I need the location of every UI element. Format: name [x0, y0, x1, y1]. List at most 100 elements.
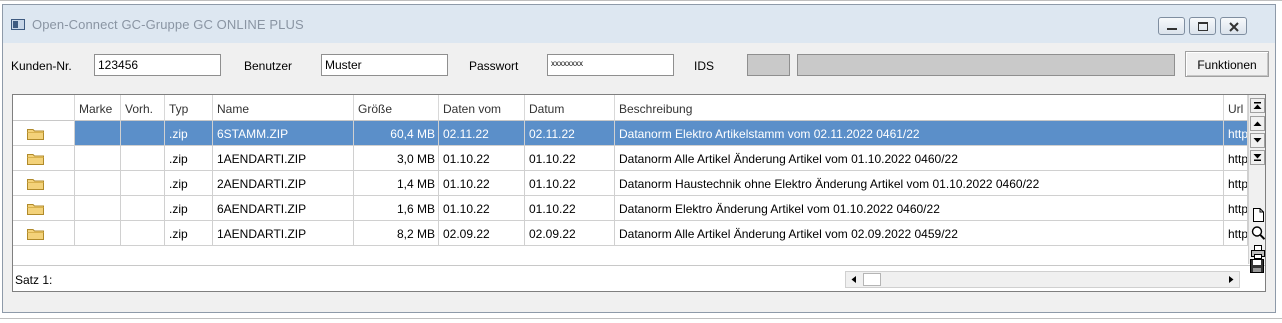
cell-typ: .zip	[165, 221, 213, 246]
column-header-vorh[interactable]: Vorh.	[121, 95, 165, 121]
cell-daten-vom: 02.09.22	[439, 221, 525, 246]
ids-field[interactable]	[747, 54, 790, 76]
cell-datum: 01.10.22	[525, 146, 615, 171]
column-header-indicator[interactable]	[13, 95, 75, 121]
scroll-top-button[interactable]	[1250, 98, 1265, 113]
cell-marke	[75, 171, 121, 196]
column-header-name[interactable]: Name	[213, 95, 354, 121]
column-header-datum[interactable]: Datum	[525, 95, 615, 121]
window-title: Open-Connect GC-Gruppe GC ONLINE PLUS	[32, 17, 304, 32]
table-row[interactable]: .zip 6STAMM.ZIP 60,4 MB 02.11.22 02.11.2…	[13, 121, 1248, 146]
scroll-down-icon	[1253, 138, 1262, 143]
cell-name: 1AENDARTI.ZIP	[213, 221, 354, 246]
scroll-right-button[interactable]	[1224, 273, 1238, 286]
maximize-button[interactable]	[1189, 17, 1216, 35]
cell-daten-vom: 01.10.22	[439, 146, 525, 171]
cell-name: 6STAMM.ZIP	[213, 121, 354, 146]
cell-beschreibung: Datanorm Elektro Artikelstamm vom 02.11.…	[615, 121, 1224, 146]
table-row[interactable]: .zip 2AENDARTI.ZIP 1,4 MB 01.10.22 01.10…	[13, 171, 1248, 196]
row-indicator	[13, 121, 75, 146]
folder-icon	[27, 229, 44, 240]
close-button[interactable]	[1220, 17, 1247, 35]
column-header-groesse[interactable]: Größe	[354, 95, 439, 121]
cell-beschreibung: Datanorm Haustechnik ohne Elektro Änderu…	[615, 171, 1224, 196]
cell-groesse: 60,4 MB	[354, 121, 439, 146]
user-label: Benutzer	[244, 59, 293, 73]
background-line	[0, 0, 1282, 1]
application-window: Open-Connect GC-Gruppe GC ONLINE PLUS Ku…	[2, 4, 1276, 313]
ids-label: IDS	[694, 59, 715, 73]
table-row[interactable]: .zip 1AENDARTI.ZIP 8,2 MB 02.09.22 02.09…	[13, 221, 1248, 246]
column-header-typ[interactable]: Typ	[165, 95, 213, 121]
cell-vorh	[121, 171, 165, 196]
cell-daten-vom: 01.10.22	[439, 196, 525, 221]
scroll-left-icon	[851, 276, 856, 283]
customer-number-label: Kunden-Nr.	[11, 59, 72, 73]
cell-name: 6AENDARTI.ZIP	[213, 196, 354, 221]
cell-groesse: 8,2 MB	[354, 221, 439, 246]
new-document-icon[interactable]	[1250, 207, 1266, 223]
folder-icon	[27, 179, 44, 190]
row-indicator	[13, 196, 75, 221]
cell-vorh	[121, 121, 165, 146]
cell-datum: 02.09.22	[525, 221, 615, 246]
cell-beschreibung: Datanorm Elektro Änderung Artikel vom 01…	[615, 196, 1224, 221]
cell-marke	[75, 221, 121, 246]
horizontal-scrollbar[interactable]	[845, 271, 1240, 288]
column-header-beschreibung[interactable]: Beschreibung	[615, 95, 1224, 121]
table-row[interactable]: .zip 6AENDARTI.ZIP 1,6 MB 01.10.22 01.10…	[13, 196, 1248, 221]
cell-vorh	[121, 196, 165, 221]
scroll-left-button[interactable]	[847, 273, 861, 286]
cell-datum: 01.10.22	[525, 196, 615, 221]
user-field[interactable]: Muster	[321, 54, 448, 76]
row-indicator	[13, 221, 75, 246]
cell-typ: .zip	[165, 171, 213, 196]
password-field[interactable]: xxxxxxxx	[547, 54, 674, 76]
column-header-daten-vom[interactable]: Daten vom	[439, 95, 525, 121]
minimize-icon	[1167, 28, 1177, 30]
save-icon[interactable]	[1249, 258, 1265, 274]
column-header-marke[interactable]: Marke	[75, 95, 121, 121]
folder-icon	[27, 154, 44, 165]
cell-groesse: 1,4 MB	[354, 171, 439, 196]
cell-marke	[75, 196, 121, 221]
cell-typ: .zip	[165, 121, 213, 146]
cell-url: http	[1224, 171, 1248, 196]
cell-datum: 01.10.22	[525, 171, 615, 196]
cell-url: http	[1224, 146, 1248, 171]
scroll-up-icon	[1253, 121, 1262, 126]
cell-vorh	[121, 146, 165, 171]
app-window-icon	[11, 19, 25, 30]
ids-extra-field[interactable]	[797, 54, 1175, 76]
folder-icon	[27, 129, 44, 140]
table-row[interactable]: .zip 1AENDARTI.ZIP 3,0 MB 01.10.22 01.10…	[13, 146, 1248, 171]
row-indicator	[13, 171, 75, 196]
vertical-toolstrip	[1248, 95, 1266, 264]
file-table: Marke Vorh. Typ Name Größe Daten vom Dat…	[12, 94, 1266, 292]
cell-name: 1AENDARTI.ZIP	[213, 146, 354, 171]
cell-name: 2AENDARTI.ZIP	[213, 171, 354, 196]
scroll-thumb[interactable]	[863, 273, 881, 286]
scroll-right-icon	[1229, 276, 1234, 283]
cell-groesse: 3,0 MB	[354, 146, 439, 171]
cell-typ: .zip	[165, 196, 213, 221]
cell-marke	[75, 146, 121, 171]
cell-daten-vom: 01.10.22	[439, 171, 525, 196]
cell-groesse: 1,6 MB	[354, 196, 439, 221]
scroll-up-button[interactable]	[1250, 116, 1265, 131]
customer-number-field[interactable]: 123456	[94, 54, 221, 76]
minimize-button[interactable]	[1158, 17, 1185, 35]
scroll-down-button[interactable]	[1250, 133, 1265, 148]
search-icon[interactable]	[1250, 225, 1266, 241]
cell-url: http	[1224, 196, 1248, 221]
scroll-bottom-button[interactable]	[1250, 150, 1265, 165]
column-header-url[interactable]: Url	[1224, 95, 1248, 121]
cell-typ: .zip	[165, 146, 213, 171]
cell-url: http	[1224, 221, 1248, 246]
scroll-bottom-icon	[1253, 154, 1262, 161]
cell-beschreibung: Datanorm Alle Artikel Änderung Artikel v…	[615, 146, 1224, 171]
cell-vorh	[121, 221, 165, 246]
maximize-icon	[1198, 22, 1208, 31]
title-bar[interactable]: Open-Connect GC-Gruppe GC ONLINE PLUS	[3, 5, 1275, 43]
functions-button[interactable]: Funktionen	[1185, 51, 1269, 77]
